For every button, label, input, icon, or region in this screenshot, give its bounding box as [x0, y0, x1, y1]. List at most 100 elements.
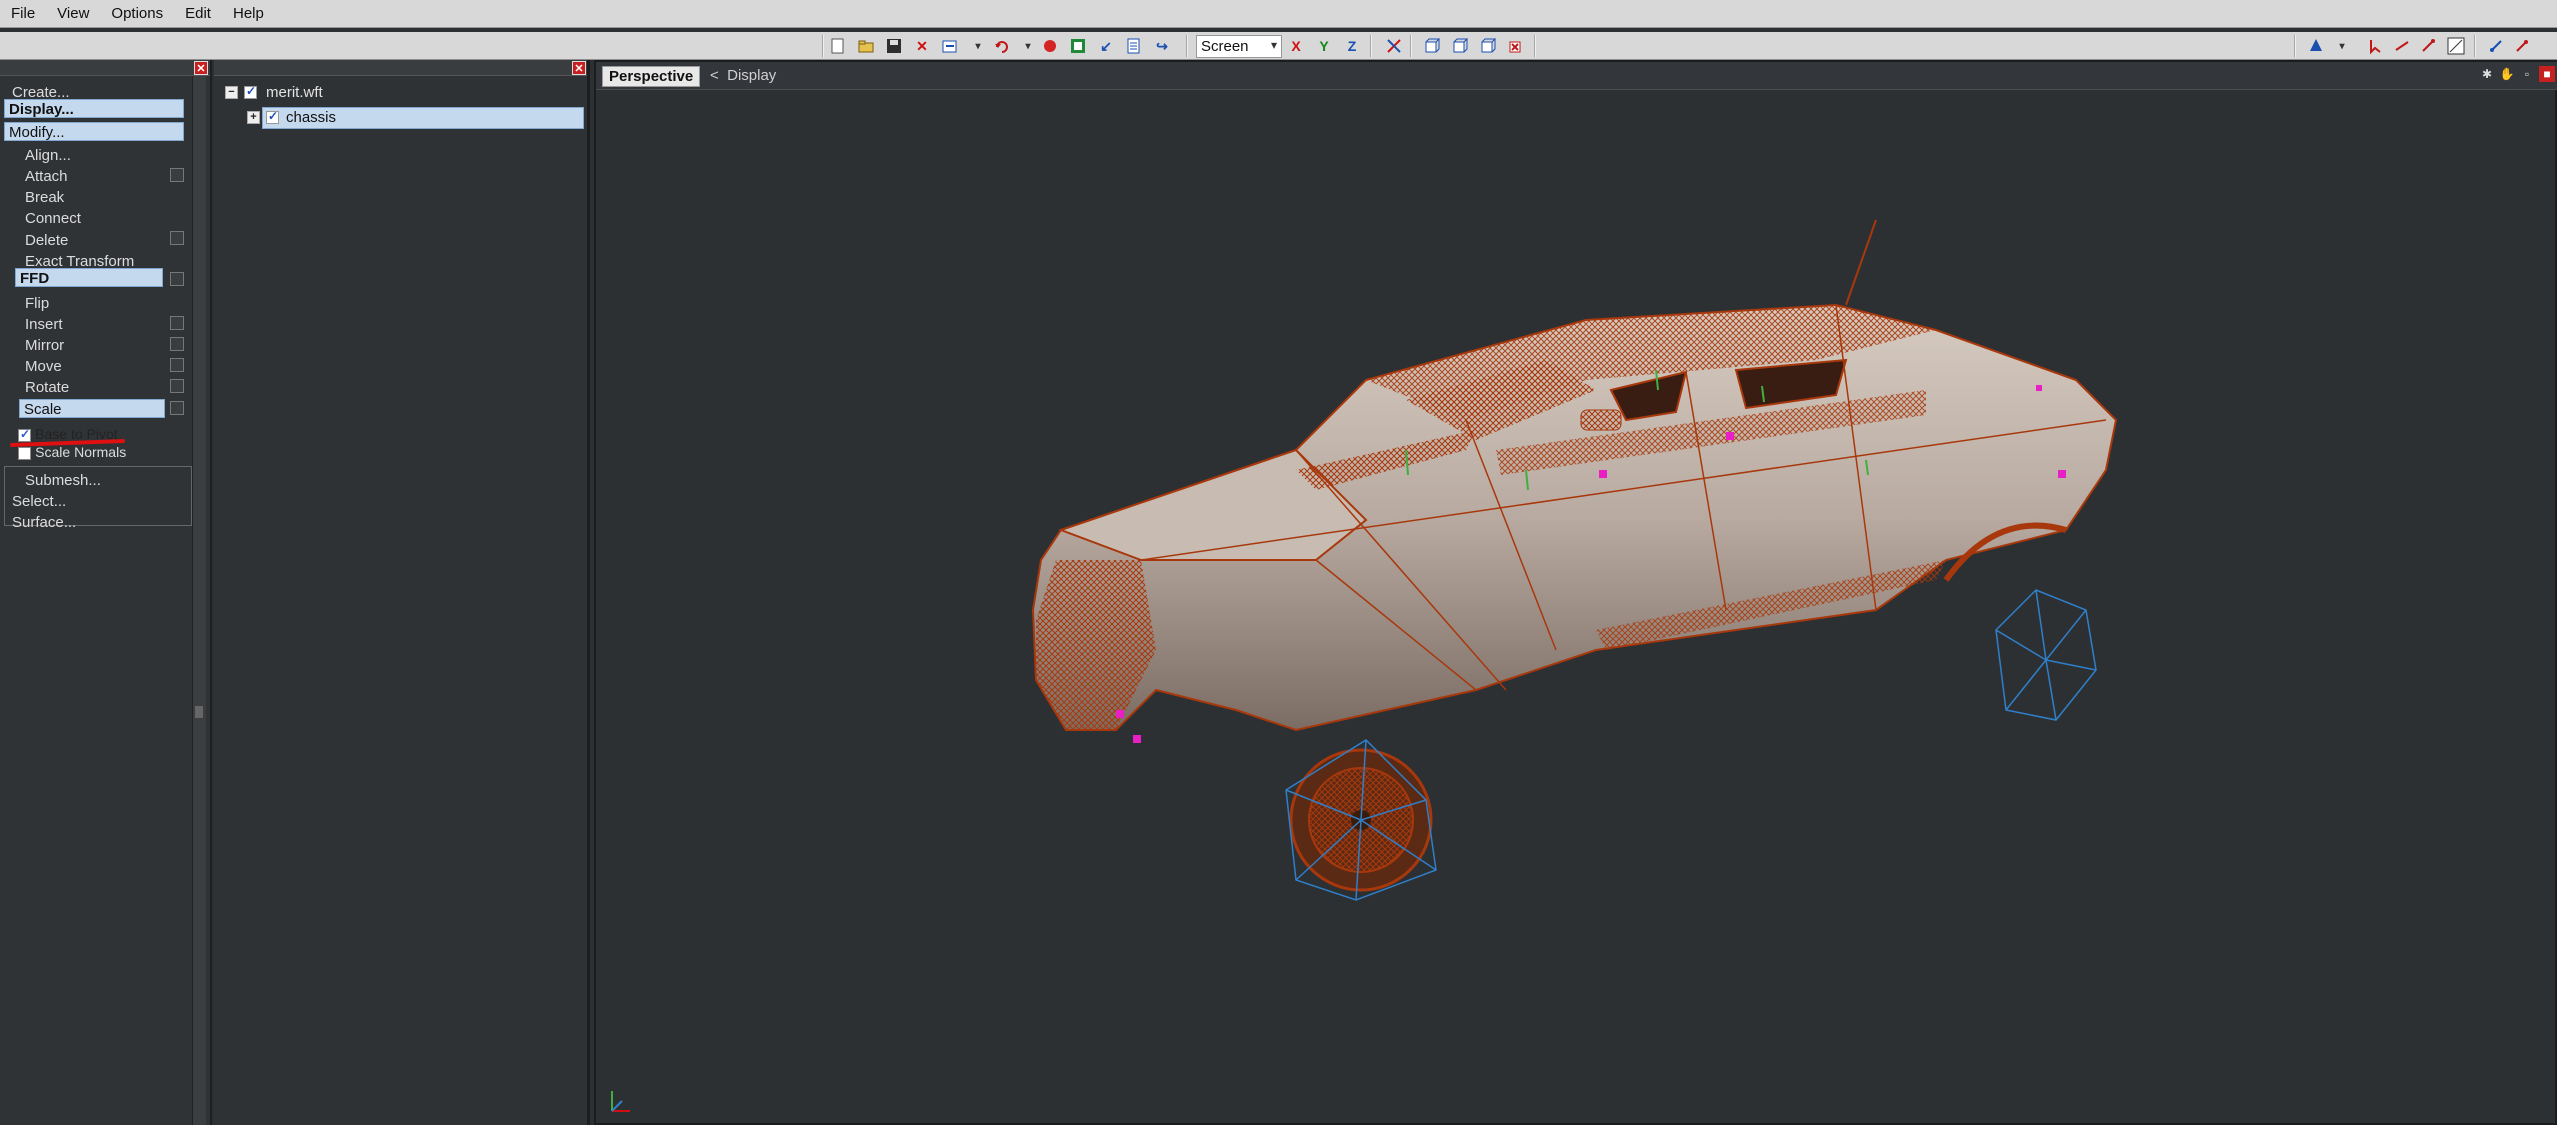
link-icon[interactable] [2486, 36, 2506, 56]
modify-item[interactable]: Modify... [4, 122, 184, 141]
marker [1726, 432, 1734, 440]
redo-arrow-icon[interactable]: ↪ [1152, 36, 1172, 56]
document-icon[interactable] [1124, 36, 1144, 56]
axis-x-button[interactable]: X [1286, 36, 1306, 56]
rear-wheel-bone [1995, 589, 2097, 721]
coordinate-space-select[interactable]: Screen ▾ [1196, 35, 1282, 58]
delete-icon[interactable]: ✕ [912, 36, 932, 56]
root-visibility-checkbox[interactable] [244, 84, 257, 99]
open-folder-icon[interactable] [856, 36, 876, 56]
scale-normals-option[interactable]: Scale Normals [18, 444, 126, 461]
cube-delete-icon[interactable] [1506, 36, 1526, 56]
select-item[interactable]: Select... [12, 493, 66, 510]
tab-display-arrow: < [710, 67, 719, 84]
save-icon[interactable] [884, 36, 904, 56]
unlink-icon[interactable] [2512, 36, 2532, 56]
axis-z-button[interactable]: Z [1342, 36, 1362, 56]
mirror-options-checkbox[interactable] [170, 337, 184, 351]
export-icon[interactable] [940, 36, 960, 56]
scale-item[interactable]: Scale [19, 399, 165, 418]
axis-y-button[interactable]: Y [1314, 36, 1334, 56]
viewport-3d[interactable]: Perspective < Display ✱ ✋ ▫ ■ [594, 60, 2557, 1125]
main-toolbar: ✕ ▾ ▾ ↙ ↪ Screen ▾ X Y Z ▾ [0, 32, 2557, 60]
tab-display[interactable]: < Display [710, 67, 776, 84]
mirror-item[interactable]: Mirror [25, 337, 64, 354]
pan-hand-icon[interactable]: ✋ [2499, 66, 2515, 82]
graph-icon[interactable] [2446, 36, 2466, 56]
break-item[interactable]: Break [25, 189, 64, 206]
surface-item[interactable]: Surface... [12, 514, 76, 531]
base-to-pivot-checkbox[interactable] [18, 427, 31, 442]
minimize-icon[interactable]: ▫ [2519, 66, 2535, 82]
axis-gizmo-icon [611, 1091, 630, 1112]
toolbar-separator [2474, 35, 2476, 57]
delete-options-checkbox[interactable] [170, 231, 184, 245]
close-icon[interactable]: ✕ [194, 61, 208, 75]
cube-view-icon[interactable] [1422, 36, 1442, 56]
menu-bar: File View Options Edit Help [0, 0, 2557, 28]
command-panel-scrollbar[interactable] [192, 76, 206, 1125]
tab-perspective[interactable]: Perspective [602, 66, 701, 87]
menu-help[interactable]: Help [222, 5, 275, 22]
ffd-options-checkbox[interactable] [170, 272, 184, 286]
move-item[interactable]: Move [25, 358, 62, 375]
scale-normals-checkbox[interactable] [18, 446, 31, 460]
viewport-tab-bar: Perspective < Display ✱ ✋ ▫ ■ [596, 62, 2557, 90]
close-viewport-icon[interactable]: ■ [2539, 66, 2555, 82]
submesh-item[interactable]: Submesh... [25, 472, 101, 489]
select-tool-icon[interactable] [2366, 36, 2386, 56]
chassis-visibility-checkbox[interactable] [266, 109, 279, 124]
rotate-options-checkbox[interactable] [170, 379, 184, 393]
arrow-icon[interactable]: ↙ [1096, 36, 1116, 56]
insert-options-checkbox[interactable] [170, 316, 184, 330]
tree-root-label[interactable]: merit.wft [266, 84, 323, 101]
command-panel-titlebar: ✕ [0, 60, 210, 76]
undo-icon[interactable] [992, 36, 1012, 56]
up-arrow-icon[interactable] [2306, 36, 2326, 56]
menu-edit[interactable]: Edit [174, 5, 222, 22]
car-wireframe-model[interactable] [596, 90, 2555, 1123]
menu-options[interactable]: Options [100, 5, 174, 22]
collapse-icon[interactable]: − [225, 86, 238, 99]
dropdown-arrow-icon[interactable]: ▾ [2332, 36, 2352, 56]
scene-tree-titlebar: ✕ [214, 60, 587, 76]
scrollbar-thumb[interactable] [195, 706, 203, 718]
chevron-down-icon: ▾ [1270, 38, 1277, 52]
move-options-checkbox[interactable] [170, 358, 184, 372]
tab-display-label: Display [727, 67, 777, 84]
toolbar-separator [1370, 35, 1372, 57]
flip-item[interactable]: Flip [25, 295, 49, 312]
menu-file[interactable]: File [0, 5, 46, 22]
cube-view-icon[interactable] [1450, 36, 1470, 56]
scale-options-checkbox[interactable] [170, 401, 184, 415]
marker [2036, 385, 2042, 391]
align-item[interactable]: Align... [25, 147, 71, 164]
dropdown-arrow-icon[interactable]: ▾ [1018, 36, 1038, 56]
lasso-icon[interactable] [2392, 36, 2412, 56]
menu-view[interactable]: View [46, 5, 100, 22]
close-icon[interactable]: ✕ [572, 61, 586, 75]
connect-item[interactable]: Connect [25, 210, 81, 227]
zoom-icon[interactable]: ✱ [2479, 66, 2495, 82]
marker [2058, 470, 2066, 478]
record-icon[interactable] [1040, 36, 1060, 56]
delete-item[interactable]: Delete [25, 232, 68, 249]
tree-chassis-label[interactable]: chassis [286, 109, 336, 126]
ffd-item[interactable]: FFD [15, 268, 163, 287]
expand-icon[interactable]: + [247, 111, 260, 124]
spreadsheet-icon[interactable] [1068, 36, 1088, 56]
paint-select-icon[interactable] [2418, 36, 2438, 56]
rotate-item[interactable]: Rotate [25, 379, 69, 396]
constraint-icon[interactable] [1384, 36, 1404, 56]
scale-normals-label: Scale Normals [35, 444, 127, 460]
coordinate-space-value: Screen [1201, 38, 1249, 55]
new-file-icon[interactable] [828, 36, 848, 56]
command-panel: ✕ Create... Display... Modify... Align..… [0, 60, 212, 1125]
dropdown-arrow-icon[interactable]: ▾ [968, 36, 988, 56]
viewport-controls: ✱ ✋ ▫ ■ [2479, 66, 2555, 82]
display-item[interactable]: Display... [4, 99, 184, 118]
cube-view-icon[interactable] [1478, 36, 1498, 56]
attach-options-checkbox[interactable] [170, 168, 184, 182]
insert-item[interactable]: Insert [25, 316, 63, 333]
attach-item[interactable]: Attach [25, 168, 68, 185]
